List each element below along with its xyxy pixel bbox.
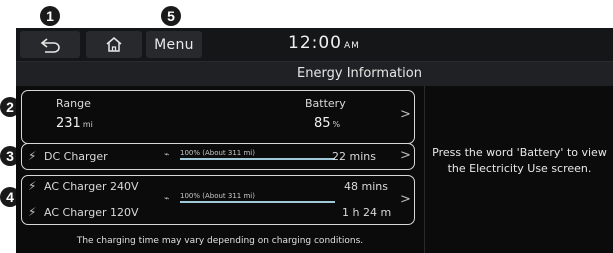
ac-charger-240-time: 48 mins: [344, 180, 388, 193]
menu-button[interactable]: Menu: [146, 31, 202, 58]
ac-charge-bar-track: [180, 201, 335, 203]
chevron-right-icon: >: [400, 192, 411, 207]
page-title: Energy Information: [297, 66, 422, 81]
battery-label[interactable]: Battery: [305, 97, 346, 110]
range-battery-panel[interactable]: Range 231 mi Battery 85% >: [21, 90, 415, 144]
home-icon: [106, 37, 122, 52]
dc-charge-bar-track: [180, 158, 335, 160]
battery-number: 85: [314, 116, 331, 131]
ac-charger-240-label: AC Charger 240V: [44, 180, 139, 193]
home-button[interactable]: [86, 31, 142, 58]
clock-ampm: AM: [344, 41, 360, 51]
ac-charge-bar: 100% (About 311 mi): [180, 192, 335, 204]
ac-charge-bar-fill: [180, 201, 335, 203]
battery-unit: %: [332, 120, 341, 129]
range-unit: mi: [82, 120, 93, 129]
dc-charger-panel[interactable]: ⚡︎ DC Charger ⌁ 100% (About 311 mi) 22 m…: [21, 143, 415, 170]
back-arrow-icon: [40, 37, 60, 53]
ac-charger-120-label: AC Charger 120V: [44, 206, 139, 219]
lightning-bolt-icon: ⚡︎: [28, 149, 37, 163]
top-bar: Menu 12:00 AM: [16, 28, 613, 62]
dc-charge-bar: 100% (About 311 mi): [180, 149, 335, 161]
dc-charger-label: DC Charger: [44, 150, 108, 163]
range-value: 231 mi: [56, 116, 93, 131]
dc-charge-bar-text: 100% (About 311 mi): [180, 149, 255, 157]
ac-charger-120-time: 1 h 24 m: [342, 206, 392, 219]
charging-time-footnote: The charging time may vary depending on …: [76, 236, 364, 246]
chevron-right-icon: >: [400, 107, 411, 122]
plug-icon: ⌁: [164, 150, 170, 160]
clock: 12:00 AM: [288, 33, 360, 53]
callout-1: 1: [40, 6, 60, 26]
lightning-bolt-icon: ⚡︎: [28, 179, 37, 193]
callout-5: 5: [161, 6, 181, 26]
battery-hint-text: Press the word 'Battery' to view the Ele…: [432, 146, 607, 175]
ac-charge-bar-text: 100% (About 311 mi): [180, 192, 255, 200]
back-button[interactable]: [20, 31, 80, 58]
range-number: 231: [56, 116, 81, 131]
ac-charger-panel[interactable]: ⚡︎ AC Charger 240V ⚡︎ AC Charger 120V ⌁ …: [21, 175, 415, 225]
dc-charger-time: 22 mins: [332, 150, 376, 163]
plug-icon: ⌁: [164, 194, 170, 204]
panel-divider: [424, 86, 425, 253]
clock-time: 12:00: [288, 33, 342, 53]
range-label: Range: [56, 97, 91, 110]
lightning-bolt-icon: ⚡︎: [28, 205, 37, 219]
dc-charge-bar-fill: [180, 158, 335, 160]
infotainment-screen: Menu 12:00 AM Energy Information Range 23…: [16, 28, 613, 253]
battery-value: 85%: [314, 116, 340, 131]
page-title-bar: Energy Information: [16, 62, 613, 86]
chevron-right-icon: >: [400, 148, 411, 163]
